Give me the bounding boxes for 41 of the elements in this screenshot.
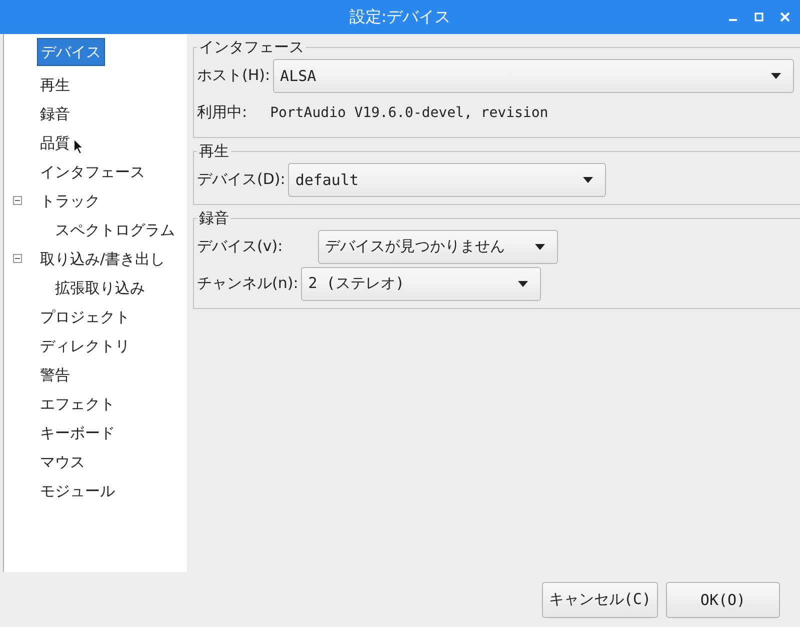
- collapse-icon[interactable]: [13, 196, 22, 205]
- maximize-icon[interactable]: [754, 12, 764, 22]
- mouse-pointer-icon: [73, 138, 84, 155]
- group-title: インタフェース: [198, 38, 305, 57]
- tree-item[interactable]: スペクトログラム: [52, 216, 178, 242]
- tree-item[interactable]: エフェクト: [37, 390, 118, 416]
- field-label: チャンネル(n):: [197, 274, 298, 293]
- group-title: 録音: [198, 209, 230, 228]
- tree-item[interactable]: デバイス: [37, 38, 105, 66]
- caret-icon: [518, 280, 528, 286]
- field-label: デバイス(v):: [197, 237, 284, 256]
- tree-item[interactable]: プロジェクト: [37, 304, 133, 330]
- tree-item[interactable]: 拡張取り込み: [52, 274, 148, 300]
- caret-icon: [583, 176, 594, 182]
- dropdown[interactable]: default: [288, 162, 606, 196]
- group-title: 再生: [198, 142, 230, 161]
- tree-item[interactable]: マウス: [37, 448, 88, 474]
- dialog-button[interactable]: OK(O): [666, 582, 780, 618]
- field-label: デバイス(D):: [197, 170, 286, 189]
- field-label: 利用中:: [197, 103, 248, 122]
- caret-icon: [771, 72, 781, 78]
- tree-item[interactable]: インタフェース: [37, 158, 148, 184]
- tree-item[interactable]: キーボード: [37, 420, 118, 446]
- tree-item[interactable]: 再生: [37, 72, 73, 98]
- info-text: PortAudio V19.6.0-devel, revision: [270, 104, 548, 120]
- tree-item[interactable]: トラック: [37, 188, 103, 214]
- caret-icon: [535, 244, 545, 250]
- dropdown[interactable]: デバイスが見つかりません: [318, 230, 558, 264]
- dialog-button[interactable]: キャンセル(C): [542, 582, 658, 618]
- tree-item[interactable]: 録音: [37, 100, 73, 126]
- close-icon[interactable]: [780, 12, 790, 22]
- tree-item[interactable]: 品質: [37, 130, 73, 156]
- dropdown[interactable]: 2 (ステレオ): [301, 266, 542, 300]
- collapse-icon[interactable]: [13, 254, 22, 263]
- tree-item[interactable]: ディレクトリ: [37, 332, 133, 358]
- field-label: ホスト(H):: [197, 66, 270, 85]
- tree-item[interactable]: モジュール: [37, 478, 118, 504]
- tree-item[interactable]: 警告: [37, 362, 73, 388]
- dropdown[interactable]: ALSA: [273, 58, 794, 92]
- window-title: 設定:デバイス: [349, 6, 451, 28]
- tree-item[interactable]: 取り込み/書き出し: [37, 246, 168, 272]
